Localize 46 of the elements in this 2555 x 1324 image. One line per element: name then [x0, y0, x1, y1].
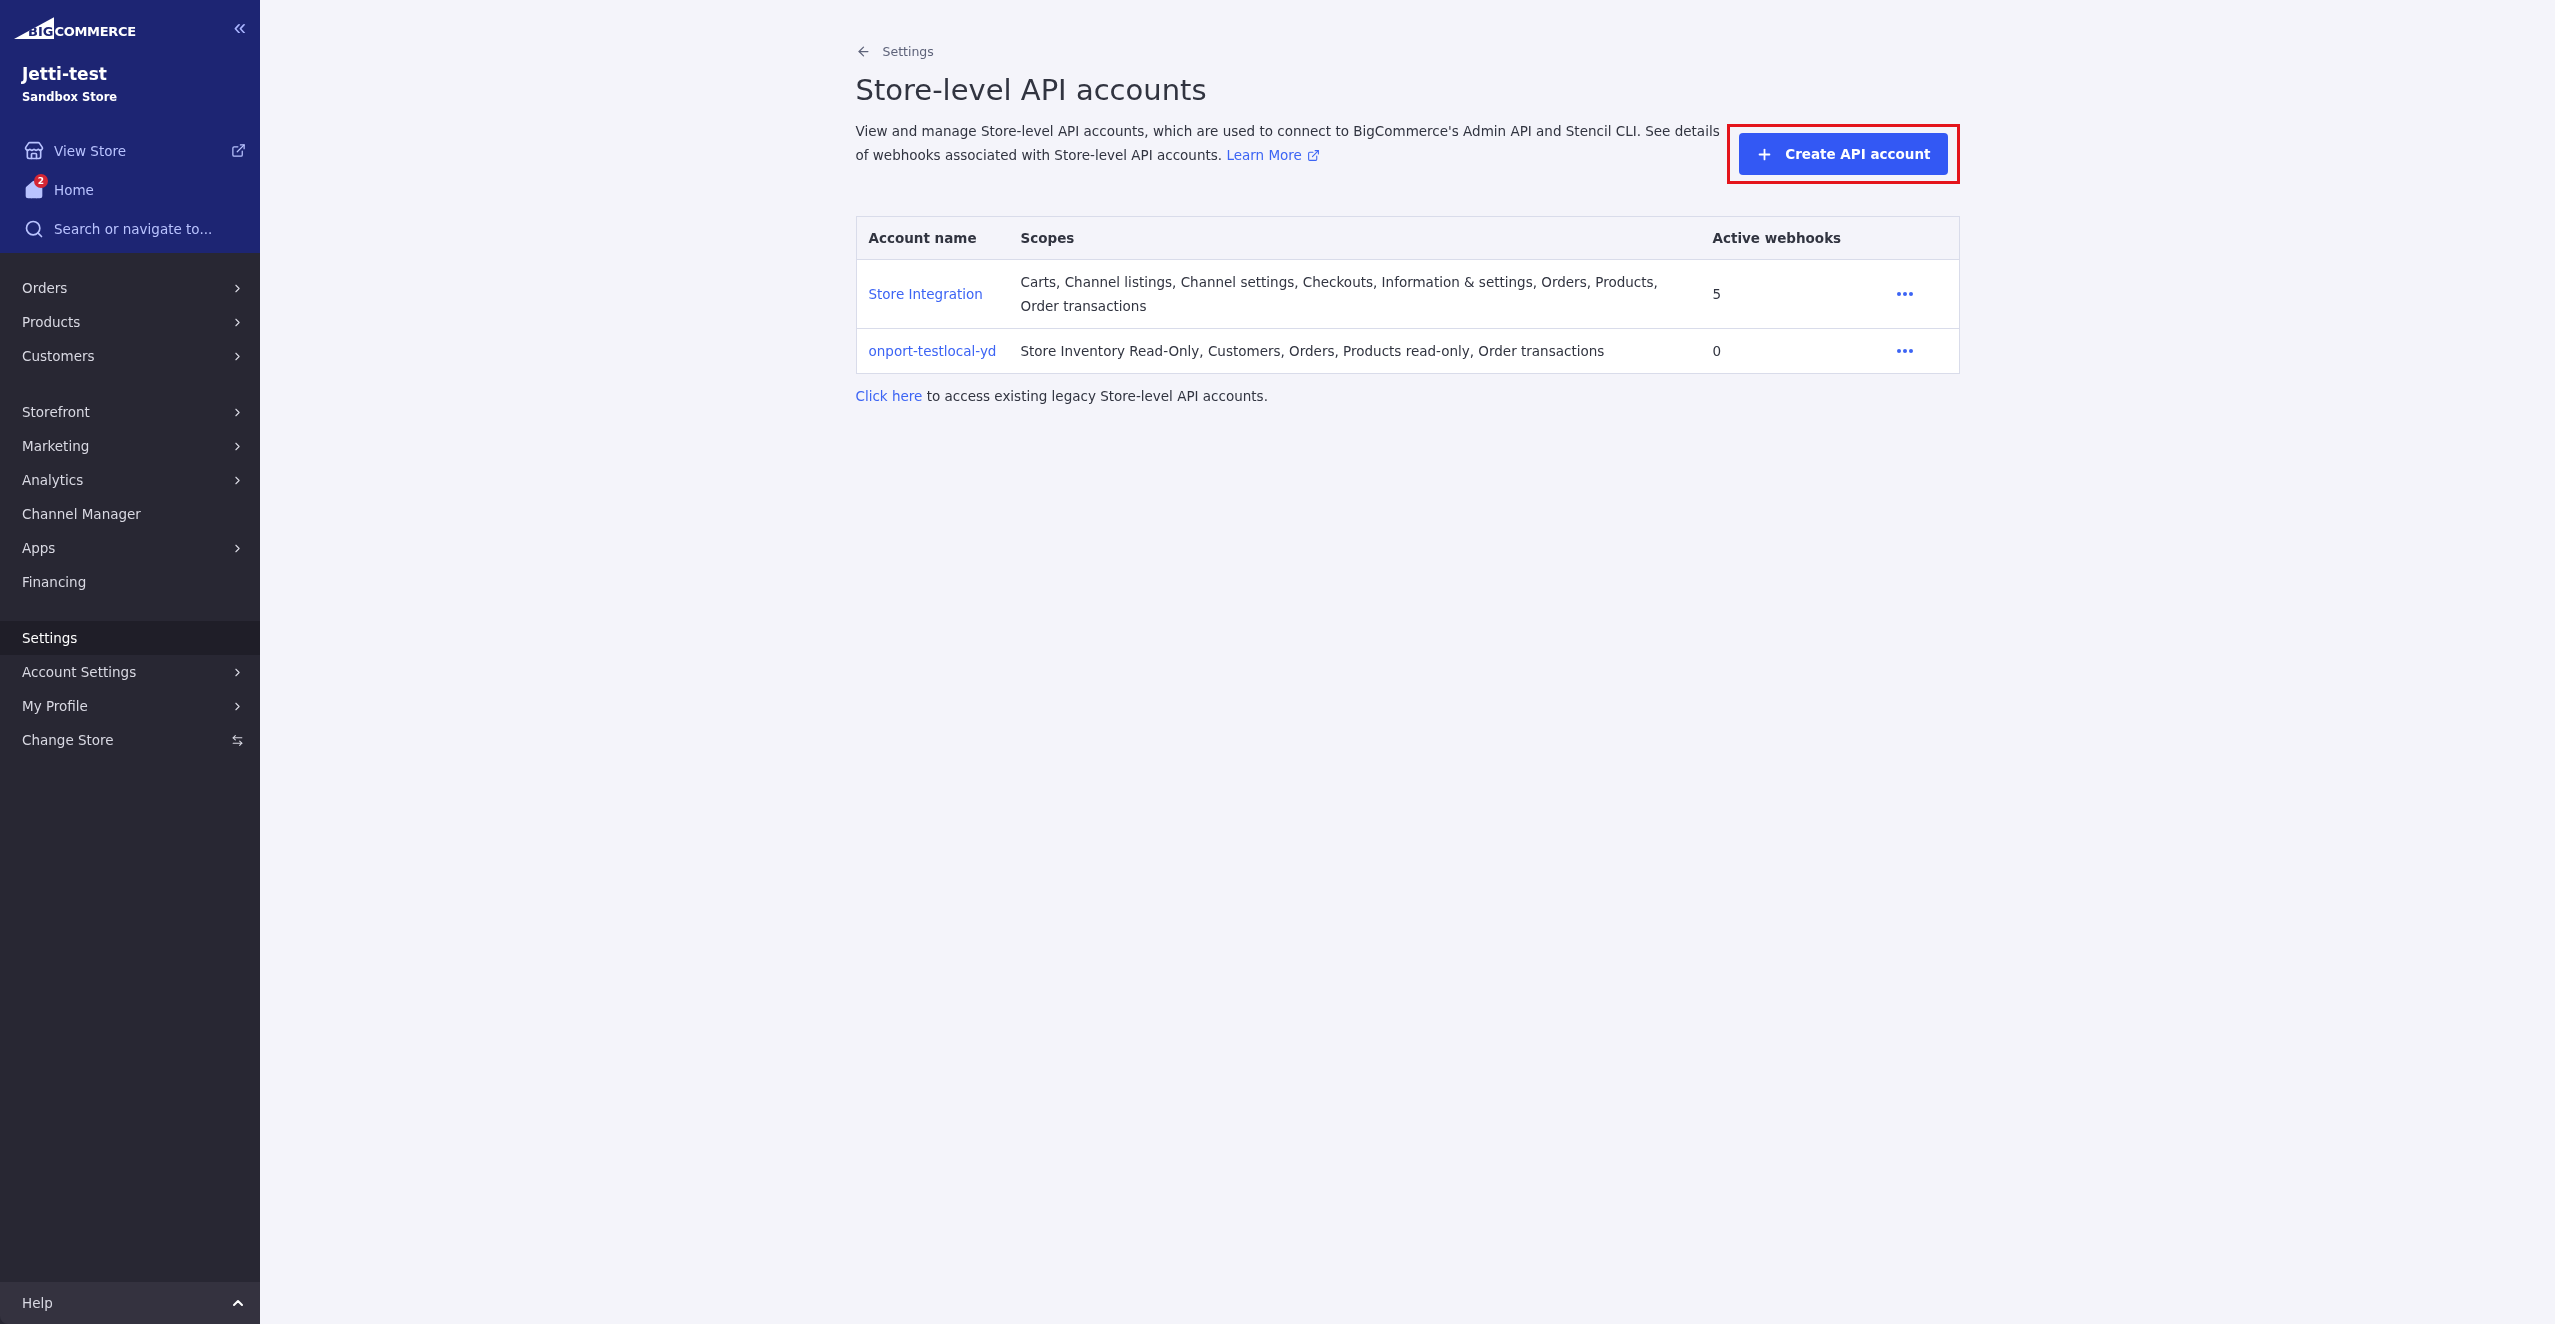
scopes-cell: Store Inventory Read-Only, Customers, Orders, Products read-only, Order transactions	[1008, 328, 1701, 374]
nav-item[interactable]: My Profile	[0, 689, 260, 723]
external-link-icon	[231, 143, 246, 158]
webhooks-cell: 5	[1700, 259, 1885, 329]
store-type: Sandbox Store	[22, 90, 119, 104]
swap-icon	[231, 733, 244, 747]
account-name-link[interactable]: Store Integration	[868, 286, 983, 302]
nav-item[interactable]: Apps	[0, 531, 260, 565]
nav-item[interactable]: Products	[0, 305, 260, 339]
notification-badge: 2	[34, 174, 48, 188]
nav-item[interactable]: Marketing	[0, 429, 260, 463]
store-name: Jetti-test	[22, 64, 108, 84]
page-title: Store-level API accounts	[855, 73, 1208, 107]
more-actions-button[interactable]	[1896, 292, 1913, 296]
nav-item[interactable]: Change Store	[0, 723, 260, 757]
learn-more-link[interactable]: Learn More	[1226, 143, 1320, 167]
column-header: Account name	[856, 216, 1009, 260]
nav-item[interactable]: Analytics	[0, 463, 260, 497]
more-actions-button[interactable]	[1896, 349, 1913, 353]
nav-link[interactable]: Home 2	[0, 177, 246, 202]
search-icon	[24, 218, 44, 239]
webhooks-cell: 0	[1700, 328, 1885, 374]
store-icon	[24, 140, 44, 161]
more-icon	[1896, 292, 1913, 296]
account-name-link[interactable]: onport-testlocal-yd	[868, 343, 997, 359]
nav-item[interactable]: Storefront	[0, 395, 260, 429]
page-description: View and manage Store-level API accounts, which are used to connect to BigCommerce's Admin API and Stencil CLI. See details of webhooks associated with Store-level API accounts. Learn More	[855, 119, 1726, 167]
column-header: Scopes	[1008, 216, 1701, 260]
footer-text: to access existing legacy Store-level API accounts.	[926, 388, 1268, 404]
nav-item[interactable]: Orders	[0, 271, 260, 305]
external-link-icon	[1306, 148, 1320, 162]
nav-item[interactable]: Financing	[0, 565, 260, 599]
section-header: Settings	[0, 621, 260, 655]
nav-item[interactable]: Channel Manager	[0, 497, 260, 531]
back-link[interactable]: Settings	[855, 44, 934, 59]
create-api-account-button[interactable]: Create API account	[1739, 133, 1948, 175]
scopes-cell: Carts, Channel listings, Channel settings, Checkouts, Information & settings, Orders, Products, Order transactions	[1008, 259, 1701, 329]
nav-item[interactable]: Account Settings	[0, 655, 260, 689]
nav-item[interactable]: Customers	[0, 339, 260, 373]
column-header: Active webhooks	[1700, 216, 1885, 260]
search-link[interactable]: Search or navigate to...	[0, 216, 246, 241]
more-icon	[1896, 349, 1913, 353]
click-here-link[interactable]: Click here	[855, 388, 923, 404]
collapse-button[interactable]: «	[233, 17, 246, 39]
help-button[interactable]: Help	[0, 1282, 260, 1324]
nav-link[interactable]: View Store	[0, 138, 246, 163]
